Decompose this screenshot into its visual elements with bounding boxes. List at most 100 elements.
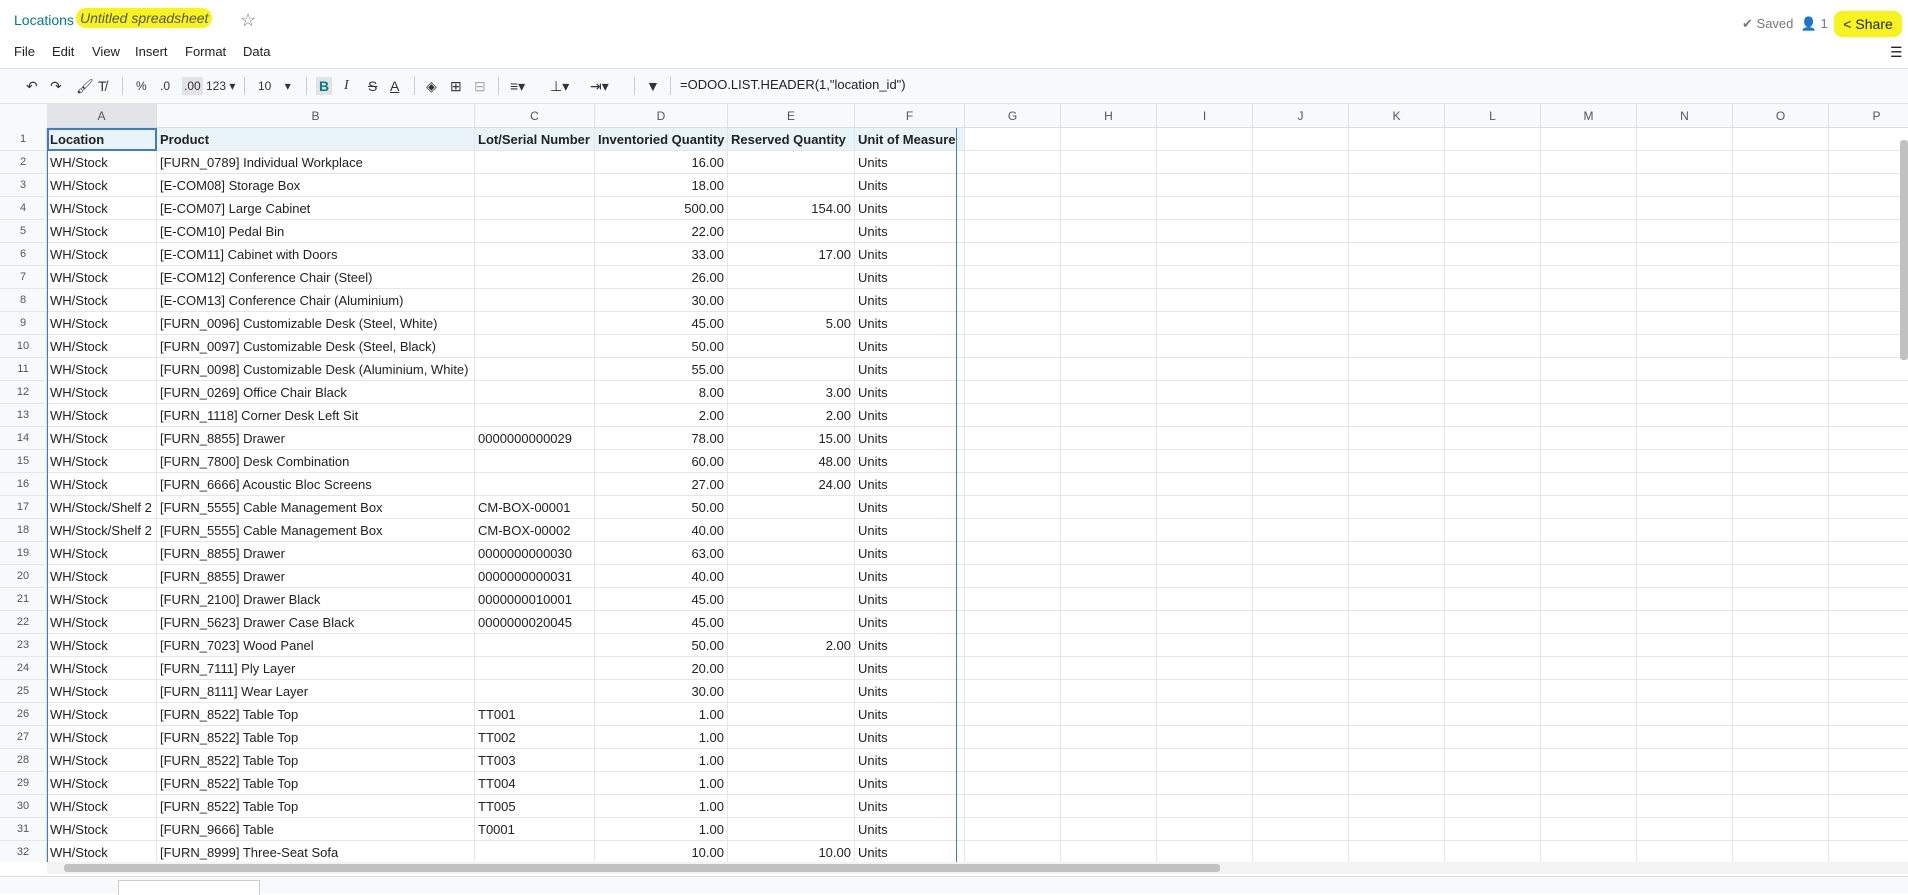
text-color-button[interactable]: A [390, 77, 399, 95]
row-header[interactable]: 17 [0, 496, 47, 519]
empty-cell[interactable] [1349, 358, 1445, 381]
empty-cell[interactable] [1445, 818, 1541, 841]
table-cell[interactable]: WH/Stock [47, 358, 157, 381]
empty-cell[interactable] [1061, 266, 1157, 289]
table-cell[interactable] [475, 266, 595, 289]
column-header[interactable]: N [1637, 104, 1733, 128]
row-header[interactable]: 6 [0, 243, 47, 266]
empty-cell[interactable] [1157, 657, 1253, 680]
empty-cell[interactable] [1733, 243, 1829, 266]
table-cell[interactable]: 60.00 [595, 450, 728, 473]
empty-cell[interactable] [1157, 818, 1253, 841]
table-cell[interactable]: 0000000000030 [475, 542, 595, 565]
font-size-dropdown[interactable]: 10 ▾ [258, 77, 291, 95]
table-cell[interactable]: T0001 [475, 818, 595, 841]
empty-cell[interactable] [1061, 381, 1157, 404]
table-cell[interactable]: [E-COM12] Conference Chair (Steel) [157, 266, 475, 289]
empty-cell[interactable] [1349, 841, 1445, 862]
table-cell[interactable]: Units [855, 519, 965, 542]
empty-cell[interactable] [1253, 588, 1349, 611]
table-cell[interactable]: 15.00 [728, 427, 855, 450]
empty-cell[interactable] [1157, 128, 1253, 151]
empty-cell[interactable] [1541, 450, 1637, 473]
table-cell[interactable]: Units [855, 358, 965, 381]
table-cell[interactable] [728, 496, 855, 519]
empty-cell[interactable] [1253, 174, 1349, 197]
table-cell[interactable]: WH/Stock [47, 450, 157, 473]
empty-cell[interactable] [1061, 588, 1157, 611]
table-cell[interactable]: 2.00 [595, 404, 728, 427]
row-header[interactable]: 23 [0, 634, 47, 657]
row-header[interactable]: 14 [0, 427, 47, 450]
table-cell[interactable]: Units [855, 657, 965, 680]
empty-cell[interactable] [1349, 243, 1445, 266]
empty-cell[interactable] [1733, 174, 1829, 197]
bold-button[interactable]: B [316, 77, 333, 95]
empty-cell[interactable] [1637, 795, 1733, 818]
row-header[interactable]: 30 [0, 795, 47, 818]
table-cell[interactable]: WH/Stock [47, 542, 157, 565]
empty-cell[interactable] [1637, 151, 1733, 174]
table-cell[interactable]: 26.00 [595, 266, 728, 289]
table-cell[interactable]: [FURN_8999] Three-Seat Sofa [157, 841, 475, 862]
empty-cell[interactable] [1445, 726, 1541, 749]
empty-cell[interactable] [1253, 795, 1349, 818]
column-header[interactable]: O [1733, 104, 1829, 128]
table-cell[interactable]: 2.00 [728, 404, 855, 427]
empty-cell[interactable] [1637, 450, 1733, 473]
empty-cell[interactable] [1157, 358, 1253, 381]
empty-cell[interactable] [1157, 381, 1253, 404]
empty-cell[interactable] [1637, 680, 1733, 703]
row-header[interactable]: 29 [0, 772, 47, 795]
empty-cell[interactable] [1637, 220, 1733, 243]
empty-cell[interactable] [1349, 266, 1445, 289]
empty-cell[interactable] [1061, 749, 1157, 772]
empty-cell[interactable] [1829, 151, 1908, 174]
row-header[interactable]: 12 [0, 381, 47, 404]
table-cell[interactable]: WH/Stock [47, 795, 157, 818]
empty-cell[interactable] [1061, 657, 1157, 680]
empty-cell[interactable] [1541, 243, 1637, 266]
table-cell[interactable] [728, 289, 855, 312]
row-header[interactable]: 10 [0, 335, 47, 358]
row-header[interactable]: 7 [0, 266, 47, 289]
menu-insert[interactable]: Insert [135, 44, 168, 59]
table-header-cell[interactable]: Lot/Serial Number [475, 128, 595, 151]
empty-cell[interactable] [1733, 427, 1829, 450]
table-cell[interactable]: TT004 [475, 772, 595, 795]
empty-cell[interactable] [1061, 450, 1157, 473]
empty-cell[interactable] [1733, 680, 1829, 703]
empty-cell[interactable] [1445, 427, 1541, 450]
empty-cell[interactable] [1637, 473, 1733, 496]
empty-cell[interactable] [1733, 473, 1829, 496]
empty-cell[interactable] [965, 151, 1061, 174]
table-cell[interactable]: WH/Stock [47, 657, 157, 680]
table-cell[interactable]: WH/Stock [47, 680, 157, 703]
table-cell[interactable]: 45.00 [595, 588, 728, 611]
table-cell[interactable]: 0000000000031 [475, 565, 595, 588]
empty-cell[interactable] [1061, 358, 1157, 381]
empty-cell[interactable] [1253, 565, 1349, 588]
table-cell[interactable]: [FURN_7023] Wood Panel [157, 634, 475, 657]
table-cell[interactable] [475, 335, 595, 358]
empty-cell[interactable] [1349, 680, 1445, 703]
empty-cell[interactable] [1637, 703, 1733, 726]
column-header[interactable]: J [1253, 104, 1349, 128]
table-cell[interactable]: [FURN_5555] Cable Management Box [157, 496, 475, 519]
empty-cell[interactable] [1349, 496, 1445, 519]
empty-cell[interactable] [1349, 519, 1445, 542]
table-cell[interactable] [475, 358, 595, 381]
empty-cell[interactable] [1445, 657, 1541, 680]
empty-cell[interactable] [1253, 519, 1349, 542]
empty-cell[interactable] [1061, 243, 1157, 266]
empty-cell[interactable] [965, 473, 1061, 496]
column-header[interactable]: E [728, 104, 855, 128]
table-cell[interactable]: [E-COM13] Conference Chair (Aluminium) [157, 289, 475, 312]
empty-cell[interactable] [1637, 772, 1733, 795]
empty-cell[interactable] [1061, 772, 1157, 795]
empty-cell[interactable] [1733, 795, 1829, 818]
empty-cell[interactable] [1061, 795, 1157, 818]
table-cell[interactable]: WH/Stock [47, 818, 157, 841]
table-cell[interactable]: Units [855, 818, 965, 841]
menu-view[interactable]: View [92, 44, 120, 59]
